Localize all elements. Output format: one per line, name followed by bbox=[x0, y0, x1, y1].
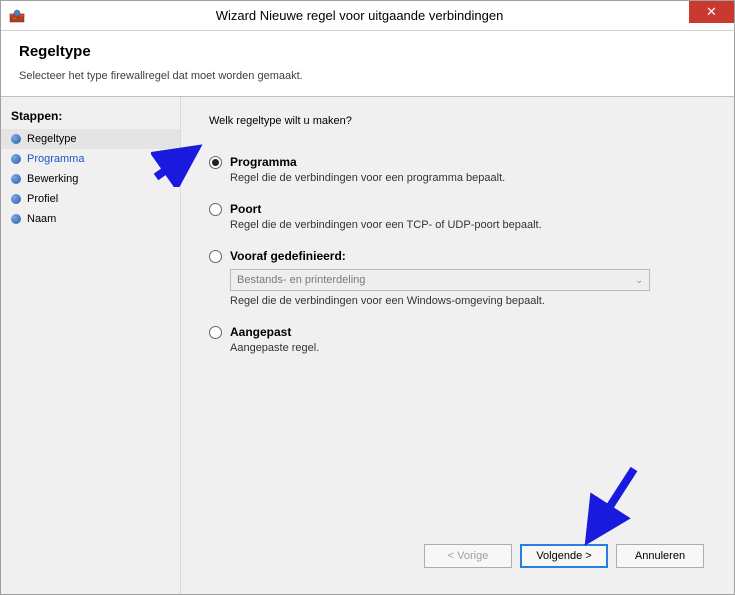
chevron-down-icon: ⌄ bbox=[635, 275, 643, 286]
firewall-icon bbox=[9, 8, 25, 24]
cancel-button[interactable]: Annuleren bbox=[616, 544, 704, 568]
window-title: Wizard Nieuwe regel voor uitgaande verbi… bbox=[25, 8, 734, 23]
close-icon: ✕ bbox=[706, 4, 717, 20]
step-bullet-icon bbox=[11, 134, 21, 144]
step-bewerking[interactable]: Bewerking bbox=[1, 169, 180, 189]
option-label: Aangepast bbox=[230, 325, 291, 339]
step-label: Programma bbox=[27, 153, 84, 165]
option-poort: Poort Regel die de verbindingen voor een… bbox=[209, 202, 710, 231]
step-regeltype[interactable]: Regeltype bbox=[1, 129, 180, 149]
step-profiel[interactable]: Profiel bbox=[1, 189, 180, 209]
page-title: Regeltype bbox=[19, 43, 716, 60]
step-naam[interactable]: Naam bbox=[1, 209, 180, 229]
option-label: Vooraf gedefinieerd: bbox=[230, 249, 346, 263]
titlebar: Wizard Nieuwe regel voor uitgaande verbi… bbox=[1, 1, 734, 31]
close-button[interactable]: ✕ bbox=[689, 1, 734, 23]
next-button[interactable]: Volgende > bbox=[520, 544, 608, 568]
step-label: Profiel bbox=[27, 193, 58, 205]
steps-sidebar: Stappen: Regeltype Programma Bewerking P… bbox=[1, 97, 181, 594]
option-desc: Regel die de verbindingen voor een Windo… bbox=[230, 295, 710, 307]
step-bullet-icon bbox=[11, 174, 21, 184]
options-group: Programma Regel die de verbindingen voor… bbox=[209, 155, 710, 372]
radio-programma[interactable] bbox=[209, 156, 222, 169]
radio-aangepast[interactable] bbox=[209, 326, 222, 339]
radio-vooraf[interactable] bbox=[209, 250, 222, 263]
question-text: Welk regeltype wilt u maken? bbox=[209, 115, 710, 127]
wizard-body: Stappen: Regeltype Programma Bewerking P… bbox=[1, 96, 734, 594]
option-label: Poort bbox=[230, 202, 261, 216]
back-button: < Vorige bbox=[424, 544, 512, 568]
predefined-select: Bestands- en printerdeling ⌄ bbox=[230, 269, 650, 291]
step-label: Regeltype bbox=[27, 133, 77, 145]
option-programma: Programma Regel die de verbindingen voor… bbox=[209, 155, 710, 184]
wizard-footer: < Vorige Volgende > Annuleren bbox=[209, 532, 710, 584]
radio-poort[interactable] bbox=[209, 203, 222, 216]
step-label: Naam bbox=[27, 213, 56, 225]
wizard-header: Regeltype Selecteer het type firewallreg… bbox=[1, 31, 734, 96]
option-desc: Aangepaste regel. bbox=[230, 342, 710, 354]
option-row[interactable]: Poort bbox=[209, 202, 710, 216]
step-programma[interactable]: Programma bbox=[1, 149, 180, 169]
option-row[interactable]: Vooraf gedefinieerd: bbox=[209, 249, 710, 263]
steps-title: Stappen: bbox=[1, 105, 180, 129]
option-label: Programma bbox=[230, 155, 297, 169]
option-row[interactable]: Aangepast bbox=[209, 325, 710, 339]
step-label: Bewerking bbox=[27, 173, 78, 185]
step-bullet-icon bbox=[11, 214, 21, 224]
page-subtitle: Selecteer het type firewallregel dat moe… bbox=[19, 70, 716, 82]
main-panel: Welk regeltype wilt u maken? Programma R… bbox=[181, 97, 734, 594]
wizard-window: Wizard Nieuwe regel voor uitgaande verbi… bbox=[0, 0, 735, 595]
select-value: Bestands- en printerdeling bbox=[237, 274, 365, 286]
option-row[interactable]: Programma bbox=[209, 155, 710, 169]
option-desc: Regel die de verbindingen voor een progr… bbox=[230, 172, 710, 184]
step-bullet-icon bbox=[11, 194, 21, 204]
option-vooraf-gedefinieerd: Vooraf gedefinieerd: Bestands- en printe… bbox=[209, 249, 710, 307]
option-aangepast: Aangepast Aangepaste regel. bbox=[209, 325, 710, 354]
option-desc: Regel die de verbindingen voor een TCP- … bbox=[230, 219, 710, 231]
step-bullet-icon bbox=[11, 154, 21, 164]
